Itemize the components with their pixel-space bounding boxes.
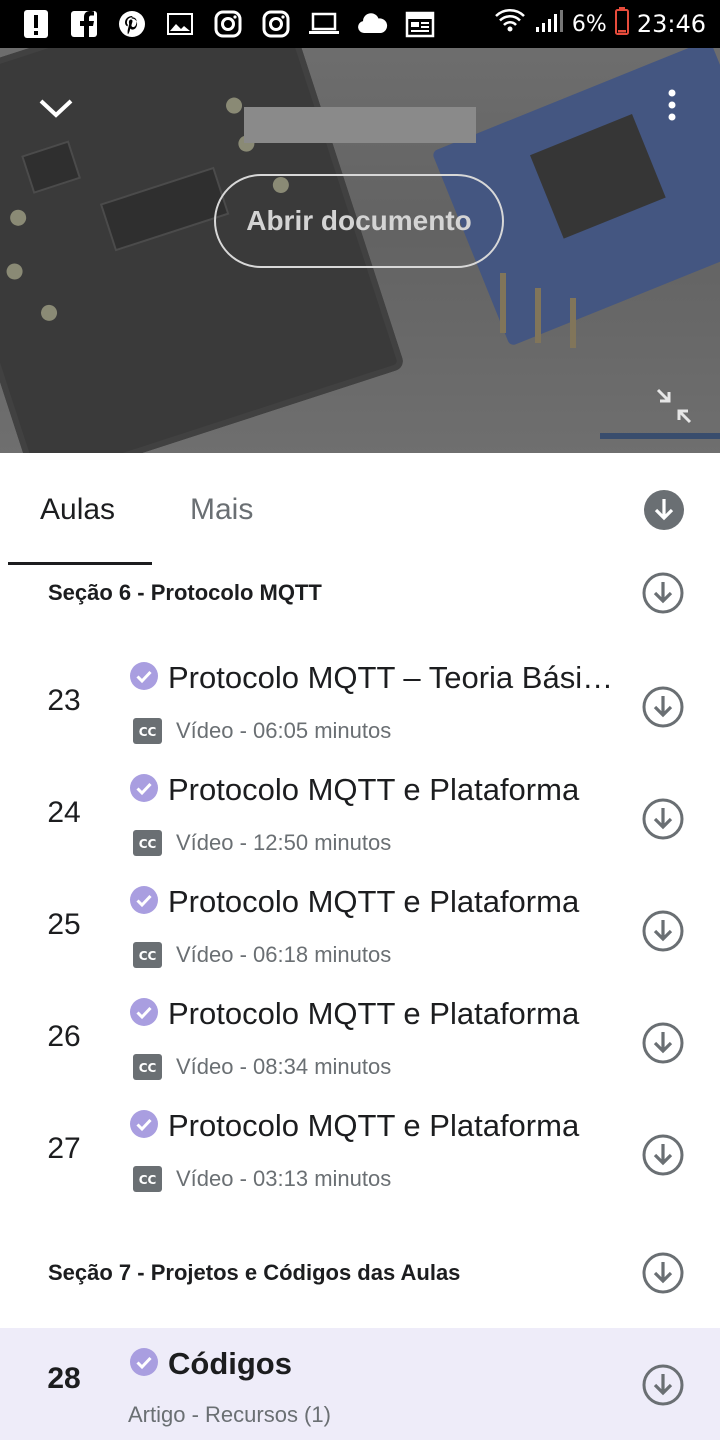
lecture-item[interactable]: 26 Protocolo MQTT e Plataforma CC Vídeo … <box>0 986 720 1098</box>
closed-captions-icon: CC <box>133 942 162 968</box>
lecture-item[interactable]: 25 Protocolo MQTT e Plataforma CC Vídeo … <box>0 874 720 986</box>
svg-text:CC: CC <box>139 725 157 739</box>
status-bar: 6% 23:46 <box>0 0 720 48</box>
svg-text:CC: CC <box>139 1173 157 1187</box>
battery-icon <box>614 6 629 42</box>
status-bar-right: 6% 23:46 <box>494 0 706 48</box>
cloud-icon <box>356 8 388 40</box>
section-header[interactable]: Seção 7 - Projetos e Códigos das Aulas <box>0 1242 720 1306</box>
minimize-icon[interactable] <box>654 386 694 426</box>
download-lecture-icon[interactable] <box>642 1364 684 1406</box>
lecture-number: 27 <box>47 1132 81 1165</box>
svg-text:CC: CC <box>139 837 157 851</box>
lecture-meta: Vídeo - 12:50 minutos <box>176 830 392 855</box>
lecture-number: 23 <box>47 684 81 717</box>
download-section-icon[interactable] <box>642 1252 684 1294</box>
lecture-player[interactable]: Abrir documento <box>0 48 720 453</box>
lecture-item[interactable]: 27 Protocolo MQTT e Plataforma CC Vídeo … <box>0 1098 720 1210</box>
lecture-meta: Vídeo - 08:34 minutos <box>176 1054 392 1079</box>
calendar-icon <box>404 8 436 40</box>
download-lecture-icon[interactable] <box>642 1134 684 1176</box>
lecture-title: Protocolo MQTT e Plataforma <box>168 996 580 1031</box>
lecture-number: 26 <box>47 1020 81 1053</box>
lecture-meta: Vídeo - 03:13 minutos <box>176 1166 392 1191</box>
section-title: Seção 7 - Projetos e Códigos das Aulas <box>48 1260 461 1285</box>
closed-captions-icon: CC <box>133 718 162 744</box>
section-header[interactable]: Seção 6 - Protocolo MQTT <box>0 562 720 626</box>
lecture-title: Protocolo MQTT e Plataforma <box>168 1108 580 1143</box>
lecture-title: Protocolo MQTT e Plataforma <box>168 884 580 919</box>
download-lecture-icon[interactable] <box>642 798 684 840</box>
completed-check-icon[interactable] <box>130 1110 158 1138</box>
signal-icon <box>534 8 564 41</box>
lecture-number: 28 <box>47 1362 81 1395</box>
section-title: Seção 6 - Protocolo MQTT <box>48 580 322 605</box>
closed-captions-icon: CC <box>133 830 162 856</box>
completed-check-icon[interactable] <box>130 662 158 690</box>
tab-aulas[interactable]: Aulas <box>40 493 115 527</box>
completed-check-icon[interactable] <box>130 886 158 914</box>
tab-bar: Aulas Mais <box>0 453 720 565</box>
lecture-number: 25 <box>47 908 81 941</box>
lecture-meta: Vídeo - 06:18 minutos <box>176 942 392 967</box>
download-lecture-icon[interactable] <box>642 686 684 728</box>
lecture-meta: Vídeo - 06:05 minutos <box>176 718 392 743</box>
svg-text:CC: CC <box>139 949 157 963</box>
lecture-item[interactable]: 23 Protocolo MQTT – Teoria Básica CC Víd… <box>0 650 720 762</box>
download-lecture-icon[interactable] <box>642 910 684 952</box>
more-options-icon[interactable] <box>660 86 684 126</box>
collapse-icon[interactable] <box>36 92 76 124</box>
lecture-title: Protocolo MQTT – Teoria Básica <box>168 660 614 695</box>
wifi-icon <box>494 7 526 42</box>
pinterest-icon <box>116 8 148 40</box>
download-lecture-icon[interactable] <box>642 1022 684 1064</box>
svg-text:CC: CC <box>139 1061 157 1075</box>
lecture-title-placeholder <box>244 107 476 143</box>
lecture-number: 24 <box>47 796 81 829</box>
download-all-icon[interactable] <box>643 489 685 531</box>
lecture-item[interactable]: 24 Protocolo MQTT e Plataforma CC Vídeo … <box>0 762 720 874</box>
lecture-title: Protocolo MQTT e Plataforma <box>168 772 580 807</box>
lecture-title: Códigos <box>168 1346 292 1381</box>
tab-mais[interactable]: Mais <box>190 493 253 527</box>
instagram-icon <box>260 8 292 40</box>
facebook-icon <box>68 8 100 40</box>
laptop-icon <box>308 8 340 40</box>
completed-check-icon[interactable] <box>130 1348 158 1376</box>
download-section-icon[interactable] <box>642 572 684 614</box>
closed-captions-icon: CC <box>133 1166 162 1192</box>
closed-captions-icon: CC <box>133 1054 162 1080</box>
completed-check-icon[interactable] <box>130 998 158 1026</box>
lecture-meta: Artigo - Recursos (1) <box>128 1402 331 1427</box>
gallery-icon <box>164 8 196 40</box>
lecture-item-current[interactable]: 28 Códigos Artigo - Recursos (1) <box>0 1328 720 1440</box>
battery-percent: 6% <box>571 11 607 37</box>
open-document-button[interactable]: Abrir documento <box>214 174 504 268</box>
instagram-icon <box>212 8 244 40</box>
clock: 23:46 <box>636 10 706 38</box>
completed-check-icon[interactable] <box>130 774 158 802</box>
alert-icon <box>20 8 52 40</box>
